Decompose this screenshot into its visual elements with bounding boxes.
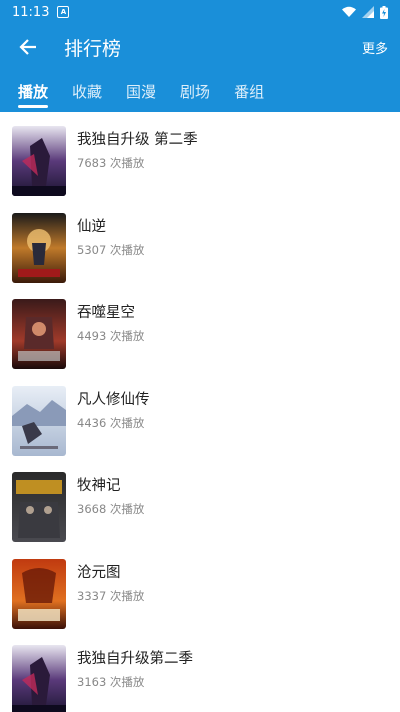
- item-title: 仙逆: [77, 218, 106, 235]
- ranking-list: 我独自升级 第二季 7683 次播放 仙逆 5307 次播放 吞噬星空 4493…: [0, 112, 400, 712]
- cover-image: [12, 645, 66, 712]
- status-bar: 11:13 A: [0, 0, 400, 24]
- item-title: 我独自升级 第二季: [77, 132, 198, 148]
- list-item[interactable]: 吞噬星空 4493 次播放: [0, 299, 400, 386]
- item-play-count: 7683 次播放: [77, 156, 145, 170]
- app-toolbar: 排行榜 更多: [0, 24, 400, 70]
- list-item[interactable]: 凡人修仙传 4436 次播放: [0, 385, 400, 473]
- cover-image: [12, 126, 66, 196]
- item-play-count: 3668 次播放: [77, 502, 145, 516]
- tab-theater[interactable]: 剧场: [168, 70, 222, 112]
- tab-favorites[interactable]: 收藏: [60, 70, 114, 112]
- signal-icon: [362, 6, 374, 18]
- cover-image: [12, 558, 66, 629]
- app-notification-icon: A: [57, 6, 70, 18]
- status-time: 11:13: [12, 4, 50, 20]
- tab-bar: 播放 收藏 国漫 剧场 番组: [0, 70, 400, 112]
- list-item[interactable]: 我独自升级 第二季 7683 次播放: [0, 126, 400, 213]
- tab-bangumi[interactable]: 番组: [222, 70, 276, 112]
- item-play-count: 3163 次播放: [77, 675, 145, 689]
- item-play-count: 4436 次播放: [77, 415, 145, 430]
- tab-domestic-anime[interactable]: 国漫: [114, 70, 168, 112]
- item-play-count: 3337 次播放: [77, 588, 145, 603]
- item-title: 凡人修仙传: [77, 391, 150, 408]
- cover-image: [12, 385, 66, 456]
- page-title: 排行榜: [64, 37, 122, 60]
- cover-image: [12, 299, 66, 369]
- item-play-count: 4493 次播放: [77, 329, 145, 343]
- wifi-icon: [342, 6, 356, 17]
- item-play-count: 5307 次播放: [77, 242, 145, 257]
- list-item[interactable]: 仙逆 5307 次播放: [0, 212, 400, 300]
- arrow-left-icon: [19, 39, 36, 55]
- tab-play[interactable]: 播放: [6, 70, 60, 112]
- list-item[interactable]: 沧元图 3337 次播放: [0, 558, 400, 646]
- battery-icon: [380, 5, 388, 19]
- item-title: 吞噬星空: [77, 305, 135, 321]
- item-title: 我独自升级第二季: [77, 651, 193, 667]
- item-title: 牧神记: [77, 478, 121, 494]
- back-button[interactable]: [16, 35, 40, 59]
- item-title: 沧元图: [77, 564, 121, 581]
- list-item[interactable]: 牧神记 3668 次播放: [0, 472, 400, 559]
- cover-image: [12, 212, 66, 283]
- cover-image: [12, 472, 66, 542]
- list-item[interactable]: 我独自升级第二季 3163 次播放: [0, 645, 400, 712]
- more-button[interactable]: 更多: [362, 38, 388, 57]
